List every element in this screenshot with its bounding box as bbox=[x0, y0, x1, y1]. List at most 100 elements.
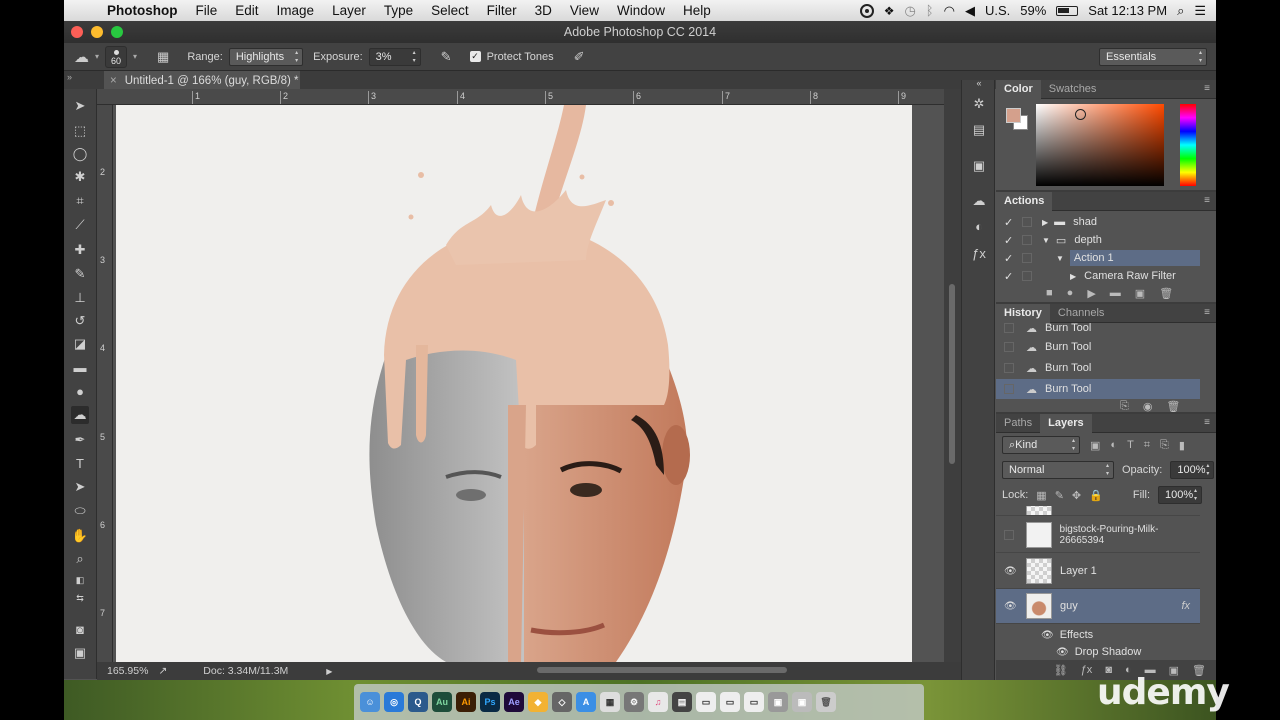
layer-name[interactable]: Layer 1 bbox=[1060, 565, 1097, 577]
system-preferences-icon[interactable]: ⚙ bbox=[624, 692, 644, 712]
document-canvas[interactable] bbox=[116, 105, 912, 662]
ruler-horizontal[interactable]: 1 2 3 4 5 6 7 8 9 bbox=[97, 89, 944, 105]
layer-row[interactable]: bigstock-Pouring-Milk-26665394 bbox=[996, 518, 1200, 553]
blur-tool-icon[interactable]: ● bbox=[71, 383, 89, 401]
crop-tool-icon[interactable]: ⌗ bbox=[71, 192, 89, 210]
audition-icon[interactable]: Au bbox=[432, 692, 452, 712]
tab-color[interactable]: Color bbox=[996, 79, 1041, 99]
color-spectrum-field[interactable] bbox=[1036, 104, 1164, 186]
dialog-toggle[interactable] bbox=[1022, 217, 1032, 227]
safari-icon[interactable]: ◎ bbox=[384, 692, 404, 712]
dialog-toggle[interactable] bbox=[1022, 253, 1032, 263]
ruler-vertical[interactable]: 2 3 4 5 6 7 bbox=[97, 105, 113, 662]
history-item-current[interactable]: ☁ Burn Tool bbox=[996, 379, 1200, 399]
new-set-icon[interactable]: ▬ bbox=[1110, 287, 1121, 300]
brush-dropdown-icon[interactable]: ▾ bbox=[133, 52, 137, 61]
shape-tool-icon[interactable]: ⬭ bbox=[71, 502, 89, 520]
close-window-button[interactable] bbox=[71, 26, 83, 38]
3d-panel-icon[interactable]: ✲ bbox=[970, 95, 988, 113]
menu-help[interactable]: Help bbox=[674, 3, 720, 18]
panel-menu-icon[interactable]: ≡ bbox=[1204, 83, 1210, 94]
expand-arrow-icon[interactable]: ▶ bbox=[1042, 218, 1048, 227]
minimize-window-button[interactable] bbox=[91, 26, 103, 38]
tab-paths[interactable]: Paths bbox=[996, 414, 1040, 433]
menu-type[interactable]: Type bbox=[375, 3, 422, 18]
blend-mode-select[interactable]: Normal bbox=[1002, 461, 1114, 479]
menu-layer[interactable]: Layer bbox=[323, 3, 375, 18]
zoom-level[interactable]: 165.95% bbox=[107, 665, 148, 677]
quick-select-tool-icon[interactable]: ✱ bbox=[71, 168, 89, 186]
menu-select[interactable]: Select bbox=[422, 3, 478, 18]
stop-icon[interactable]: ■ bbox=[1046, 287, 1053, 300]
snapshot-icon[interactable]: ◉ bbox=[1143, 400, 1153, 413]
link-layers-icon[interactable]: ⛓ bbox=[1054, 664, 1068, 677]
battery-icon[interactable] bbox=[1056, 5, 1079, 16]
canvas-area[interactable] bbox=[113, 105, 944, 662]
filter-toggle[interactable]: ▮ bbox=[1179, 439, 1185, 452]
range-select[interactable]: Highlights bbox=[228, 47, 304, 66]
history-brush-tool-icon[interactable]: ↺ bbox=[71, 312, 89, 330]
play-icon[interactable]: ▶ bbox=[1087, 287, 1095, 300]
volume-icon[interactable]: ◀ bbox=[965, 3, 975, 19]
document-icon[interactable]: ▭ bbox=[744, 692, 764, 712]
finder-icon[interactable]: ☺ bbox=[360, 692, 380, 712]
burn-tool-preset-icon[interactable]: ☁ bbox=[74, 48, 89, 66]
screen-mode-icon[interactable]: ▣ bbox=[71, 644, 89, 662]
default-colors-icon[interactable]: ◧ ⇆ bbox=[71, 571, 89, 603]
calendar-icon[interactable]: ▦ bbox=[600, 692, 620, 712]
panel-menu-icon[interactable]: ≡ bbox=[1204, 417, 1210, 428]
time-machine-icon[interactable]: ◷ bbox=[904, 3, 915, 19]
history-brush-source[interactable] bbox=[1004, 342, 1014, 352]
preset-dropdown-icon[interactable]: ▾ bbox=[95, 52, 99, 61]
collapse-toolbox-icon[interactable]: » bbox=[67, 72, 72, 82]
close-tab-icon[interactable]: × bbox=[110, 75, 117, 87]
wifi-icon[interactable]: ◠ bbox=[944, 3, 955, 19]
export-icon[interactable]: ↗ bbox=[158, 665, 167, 677]
zoom-window-button[interactable] bbox=[111, 26, 123, 38]
lock-transparent-icon[interactable]: ▦ bbox=[1036, 489, 1046, 502]
workspace-select[interactable]: Essentials bbox=[1099, 48, 1207, 66]
menu-view[interactable]: View bbox=[561, 3, 608, 18]
dropbox-icon[interactable]: ❖ bbox=[884, 4, 895, 18]
history-brush-source[interactable] bbox=[1004, 363, 1014, 373]
collapse-arrow-icon[interactable]: ▼ bbox=[1056, 254, 1064, 263]
record-icon[interactable]: ● bbox=[1067, 287, 1074, 300]
history-brush-source[interactable] bbox=[1004, 323, 1014, 333]
delete-icon[interactable]: 🗑 bbox=[1166, 400, 1180, 413]
sketch-icon[interactable]: ◆ bbox=[528, 692, 548, 712]
layer-thumbnail[interactable] bbox=[1026, 506, 1052, 515]
brush-size-picker[interactable]: 60 bbox=[105, 45, 128, 68]
menu-filter[interactable]: Filter bbox=[478, 3, 526, 18]
menu-3d[interactable]: 3D bbox=[526, 3, 561, 18]
opacity-input[interactable]: 100% bbox=[1170, 461, 1215, 479]
illustrator-icon[interactable]: Ai bbox=[456, 692, 476, 712]
clone-stamp-tool-icon[interactable]: ⊥ bbox=[71, 289, 89, 307]
eye-icon[interactable]: 👁 bbox=[1056, 647, 1069, 658]
notes-icon[interactable]: ▤ bbox=[672, 692, 692, 712]
layer-name[interactable]: bigstock-Pouring-Milk-26665394 bbox=[1060, 524, 1200, 546]
document-tab[interactable]: × Untitled-1 @ 166% (guy, RGB/8) * bbox=[104, 71, 300, 90]
timeline-panel-icon[interactable]: ▤ bbox=[970, 121, 988, 139]
pixel-filter-icon[interactable]: ▣ bbox=[1090, 439, 1100, 452]
app-store-icon[interactable]: A bbox=[576, 692, 596, 712]
menu-app[interactable]: Photoshop bbox=[98, 3, 187, 18]
tab-actions[interactable]: Actions bbox=[996, 191, 1053, 211]
toggle-check-icon[interactable]: ✓ bbox=[1004, 252, 1014, 265]
horizontal-scrollbar[interactable] bbox=[537, 667, 787, 673]
new-document-icon[interactable]: ⎘ bbox=[1120, 400, 1129, 413]
panel-menu-icon[interactable]: ≡ bbox=[1204, 307, 1210, 318]
clock[interactable]: Sat 12:13 PM bbox=[1088, 3, 1167, 18]
document-icon[interactable]: ▭ bbox=[696, 692, 716, 712]
action-item-depth[interactable]: ✓ ▼ ▭ depth bbox=[996, 231, 1200, 249]
history-item[interactable]: ☁ Burn Tool bbox=[996, 323, 1200, 333]
hand-tool-icon[interactable]: ✋ bbox=[71, 527, 89, 545]
pen-tool-icon[interactable]: ✒ bbox=[71, 431, 89, 449]
color-fg-swatch[interactable] bbox=[1006, 108, 1021, 123]
expand-arrow-icon[interactable]: ▶ bbox=[1070, 272, 1076, 281]
hue-slider[interactable] bbox=[1180, 104, 1196, 186]
toggle-check-icon[interactable]: ✓ bbox=[1004, 234, 1014, 247]
quicktime-icon[interactable]: Q bbox=[408, 692, 428, 712]
scrollbar-thumb[interactable] bbox=[949, 284, 955, 464]
airbrush-icon[interactable]: ✎ bbox=[441, 49, 452, 65]
shape-filter-icon[interactable]: ⌗ bbox=[1144, 439, 1150, 452]
